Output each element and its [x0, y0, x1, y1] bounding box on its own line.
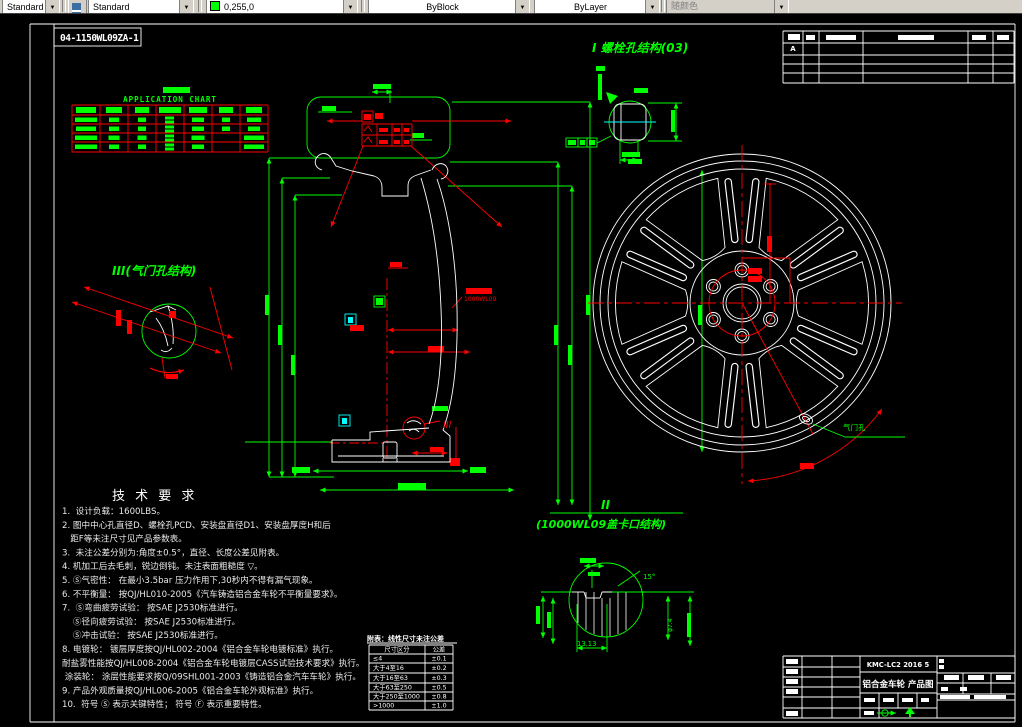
- drawing-canvas[interactable]: 04-1150WL09ZA-1 APPLICATION CHART I 螺栓孔结…: [0, 0, 1022, 727]
- chevron-down-icon: ▼: [774, 0, 788, 13]
- detail-1-title: I 螺栓孔结构(03): [592, 41, 688, 55]
- appendix-cell: 大于4至16: [373, 663, 404, 672]
- tech-req-line: 9. 产品外观质量按QJ/HL006-2005《铝合金车轮外观标准》执行。: [62, 684, 318, 696]
- tech-req-line: 6. 不平衡量： 按QJ/HL010-2005《汽车铸造铝合金车轮不平衡量要求》…: [62, 588, 342, 600]
- appendix-cell: >1000: [373, 703, 394, 710]
- chevron-down-icon: ▼: [45, 0, 59, 13]
- tech-req-line: 耐盐雾性能按QJ/HL008-2004《铝合金车轮电镀层CASS试验技术要求》执…: [62, 657, 364, 669]
- tech-req-line: 4. 机加工后去毛刺，锐边倒钝。未注表面粗糙度 ▽。: [62, 560, 263, 572]
- layers-icon: [72, 3, 81, 10]
- detail2-width-dim: 13.13: [577, 640, 596, 648]
- appendix-cell: 大于16至63: [373, 673, 408, 682]
- tech-req-title: 技 术 要 求: [112, 489, 197, 504]
- application-chart-title: APPLICATION CHART: [123, 95, 217, 104]
- appendix-cell: ±0.3: [431, 675, 446, 682]
- tech-req-line: 7. Ⓢ弯曲疲劳试验： 按SAE J2530标准进行。: [62, 602, 243, 614]
- appendix-cell: 尺寸区分: [384, 645, 410, 654]
- section-ref-1000wl09: 1000WL09: [464, 296, 496, 303]
- lineweight-dropdown[interactable]: ByLayer ▼: [534, 0, 660, 13]
- tech-requirements-block: 1. 设计负载：1600LBS。 2. 图中中心孔直径D、螺栓孔PCD、安装盘直径…: [62, 505, 364, 710]
- appendix-cell: 公差: [433, 645, 446, 654]
- tech-req-line: Ⓢ径向疲劳试验： 按SAE J2530标准进行。: [62, 615, 240, 627]
- detail2-dia-dim: φ7.4: [667, 618, 674, 632]
- chevron-down-icon: ▼: [343, 0, 357, 13]
- valve-hole-label: 气门孔: [843, 422, 866, 432]
- titleblock-drawing-title: 铝合金车轮 产品图: [863, 679, 934, 690]
- appendix-cell: ±0.1: [431, 656, 446, 663]
- tech-req-line: Ⓢ冲击试验： 按SAE J2530标准进行。: [62, 629, 223, 641]
- layer-manager-button[interactable]: [68, 0, 87, 13]
- chevron-down-icon: ▼: [515, 0, 529, 13]
- appendix-cell: ±0.2: [431, 665, 446, 672]
- plot-style-dropdown: 随颜色 ▼: [666, 0, 789, 13]
- chevron-down-icon: ▼: [645, 0, 659, 13]
- tech-req-line: 8. 电镀轮： 镀层厚度按QJ/HL002-2004《铝合金车轮电镀标准》执行。: [62, 643, 338, 655]
- tech-req-line: 2. 图中中心孔直径D、螺栓孔PCD、安装盘直径D1、安装盘厚度H和后: [62, 519, 331, 531]
- section-ref-iii: III: [443, 420, 452, 431]
- tech-req-line: 3. 未注公差分别为:角度±0.5°，直径、长度公差见附表。: [62, 546, 284, 558]
- style-dropdown[interactable]: Standard ▼: [2, 0, 60, 13]
- appendix-cell: 大于63至250: [373, 683, 412, 692]
- appendix-cell: 大于250至1000: [373, 692, 420, 701]
- layer-dropdown[interactable]: Standard ▼: [88, 0, 194, 13]
- linetype-dropdown[interactable]: ByBlock ▼: [368, 0, 530, 13]
- titleblock-drawing-no: KMC-LC2 2016 5: [867, 661, 930, 669]
- properties-toolbar: Standard ▼ Standard ▼ 0,255,0 ▼ ByBlock ▼ By…: [0, 0, 1022, 14]
- detail-2-subtitle: (1000WL09盖卡口结构): [536, 518, 666, 531]
- appendix-table-title: 附表：线性尺寸未注公差: [367, 634, 444, 643]
- appendix-cell: ±0.5: [431, 685, 446, 692]
- tech-req-line: 10. 符号 Ⓢ 表示关键特性； 符号 Ⓕ 表示重要特性。: [62, 698, 267, 710]
- drawing-tab-label: 04-1150WL09ZA-1: [60, 33, 139, 44]
- detail-2-label: II: [601, 498, 610, 512]
- detail2-angle-dim: 15°: [643, 573, 655, 581]
- tech-req-line: 距F等未注尺寸见产品参数表。: [62, 533, 187, 545]
- appendix-cell: ±0.8: [431, 694, 446, 701]
- tech-req-line: 5. Ⓢ气密性： 在最小3.5bar 压力作用下,30秒内不得有漏气现象。: [62, 574, 318, 586]
- color-dropdown[interactable]: 0,255,0 ▼: [206, 0, 358, 13]
- detail-3-title: III(气门孔结构): [112, 264, 196, 278]
- revision-row-mark: A: [790, 45, 796, 53]
- appendix-cell: ≤4: [373, 656, 382, 663]
- tech-req-line: 涂装轮： 涂层性能要求按Q/09SHL001-2003《铸造铝合金汽车车轮》执行…: [62, 671, 361, 683]
- color-swatch: [210, 1, 220, 11]
- cad-window: Standard ▼ Standard ▼ 0,255,0 ▼ ByBlock ▼ By…: [0, 0, 1022, 727]
- chevron-down-icon: ▼: [179, 0, 193, 13]
- tech-req-line: 1. 设计负载：1600LBS。: [62, 505, 165, 517]
- appendix-cell: ±1.0: [431, 703, 446, 710]
